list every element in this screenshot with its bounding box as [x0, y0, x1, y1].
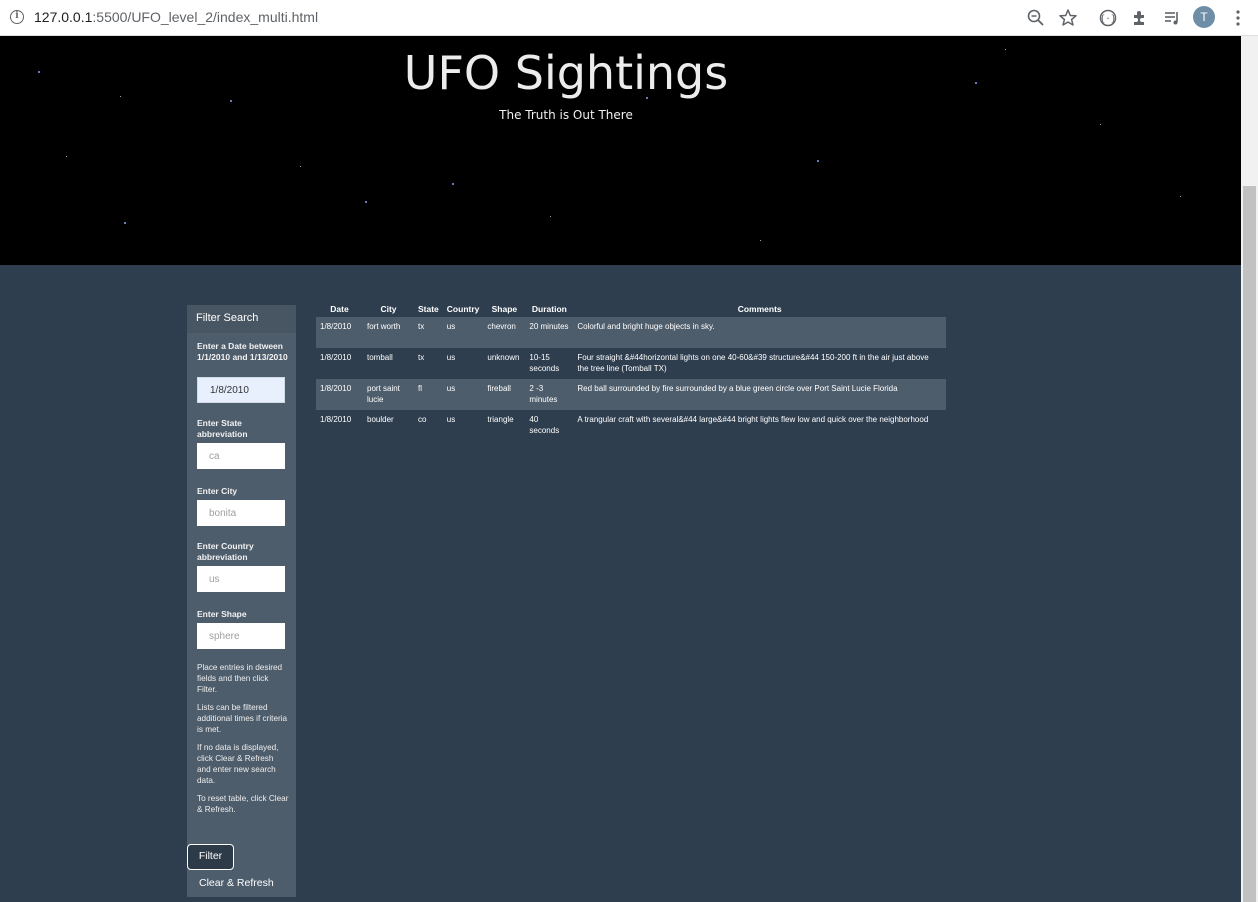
cell-comments: Four straight &#44horizontal lights on o…: [573, 348, 946, 379]
date-label: Enter a Date between 1/1/2010 and 1/13/2…: [197, 341, 288, 362]
column-header: City: [380, 303, 397, 314]
instruction-note: To reset table, click Clear & Refresh.: [197, 794, 289, 814]
table-row: 1/8/2010 port saint lucie fl us fireball…: [316, 379, 946, 410]
cell-state: co: [414, 410, 443, 441]
cell-country: us: [442, 379, 484, 410]
table-row: 1/8/2010 tomball tx us unknown 10-15 sec…: [316, 348, 946, 379]
cell-state: tx: [414, 348, 443, 379]
page-scrollbar-thumb[interactable]: [1243, 186, 1256, 902]
column-header: Date: [330, 303, 349, 314]
shape-input[interactable]: [197, 623, 285, 649]
column-header: Comments: [737, 303, 782, 314]
cell-shape: triangle: [483, 410, 526, 441]
table-header-row: Date City State Country Shape Duration C…: [316, 300, 946, 317]
cell-date: 1/8/2010: [316, 379, 363, 410]
star: [1180, 196, 1181, 197]
extensions-puzzle-icon[interactable]: [1130, 8, 1150, 28]
clear-refresh-button[interactable]: Clear & Refresh: [199, 877, 274, 889]
filter-panel: Filter Search Enter a Date between 1/1/2…: [187, 305, 296, 897]
page-title: UFO Sightings: [403, 46, 729, 100]
cell-comments: Red ball surrounded by fire surrounded b…: [573, 379, 946, 410]
zoom-icon[interactable]: [1026, 8, 1046, 28]
country-label: Enter Country abbreviation: [197, 541, 254, 562]
cell-country: us: [442, 410, 484, 441]
site-info-icon[interactable]: i: [10, 10, 24, 24]
filter-heading: Filter Search: [187, 305, 296, 333]
column-header: State: [418, 303, 439, 314]
cell-state: fl: [414, 379, 443, 410]
url-host: 127.0.0.1: [34, 9, 93, 25]
page-subtitle: The Truth is Out There: [499, 108, 633, 122]
column-header: Country: [446, 303, 480, 314]
cell-country: us: [442, 348, 484, 379]
instruction-note: If no data is displayed, click Clear & R…: [197, 743, 279, 785]
extension-brackets-icon[interactable]: {·}: [1098, 8, 1118, 28]
cell-shape: fireball: [483, 379, 526, 410]
cell-date: 1/8/2010: [316, 410, 363, 441]
browser-toolbar: i 127.0.0.1:5500/UFO_level_2/index_multi…: [0, 0, 1258, 36]
cell-duration: 10-15 seconds: [525, 348, 574, 379]
cell-city: fort worth: [363, 317, 414, 348]
cell-date: 1/8/2010: [316, 317, 363, 348]
table-row: 1/8/2010 fort worth tx us chevron 20 min…: [316, 317, 946, 348]
city-input[interactable]: [197, 500, 285, 526]
cell-state: tx: [414, 317, 443, 348]
star: [230, 100, 232, 102]
column-header: Duration: [531, 303, 567, 314]
hero-banner: UFO Sightings The Truth is Out There: [0, 36, 1241, 265]
star: [760, 240, 761, 241]
star: [300, 166, 301, 167]
address-bar[interactable]: 127.0.0.1:5500/UFO_level_2/index_multi.h…: [34, 9, 318, 25]
cell-shape: chevron: [483, 317, 526, 348]
more-menu-icon[interactable]: [1228, 8, 1248, 28]
cell-country: us: [442, 317, 484, 348]
url-path: :5500/UFO_level_2/index_multi.html: [92, 9, 319, 25]
bookmark-star-icon[interactable]: [1058, 8, 1078, 28]
cell-city: tomball: [363, 348, 414, 379]
state-label: Enter State abbreviation: [197, 418, 248, 439]
cell-city: port saint lucie: [363, 379, 414, 410]
cell-comments: Colorful and bright huge objects in sky.: [573, 317, 946, 348]
shape-label: Enter Shape: [197, 609, 247, 619]
star: [66, 156, 67, 157]
star: [1100, 124, 1101, 125]
city-label: Enter City: [197, 486, 238, 496]
star: [452, 183, 454, 185]
cell-date: 1/8/2010: [316, 348, 363, 379]
table-row: 1/8/2010 boulder co us triangle 40 secon…: [316, 410, 946, 441]
country-input[interactable]: [197, 566, 285, 592]
star: [817, 160, 819, 162]
star: [124, 222, 126, 224]
cell-duration: 2 -3 minutes: [525, 379, 574, 410]
instruction-note: Lists can be filtered additional times i…: [197, 703, 288, 734]
star: [550, 216, 551, 217]
state-input[interactable]: [197, 443, 285, 469]
svg-text:{·}: {·}: [1100, 15, 1116, 25]
reading-list-icon[interactable]: [1162, 8, 1182, 28]
profile-avatar[interactable]: T: [1193, 6, 1215, 28]
column-header: Shape: [491, 303, 518, 314]
star: [365, 201, 367, 203]
ufo-sightings-table: Date City State Country Shape Duration C…: [316, 300, 946, 441]
filter-button[interactable]: Filter: [187, 844, 234, 870]
cell-shape: unknown: [483, 348, 526, 379]
date-input[interactable]: [197, 377, 285, 403]
cell-city: boulder: [363, 410, 414, 441]
cell-duration: 40 seconds: [525, 410, 574, 441]
cell-duration: 20 minutes: [525, 317, 574, 348]
cell-comments: A trangular craft with several&#44 large…: [573, 410, 946, 441]
instruction-note: Place entries in desired fields and then…: [197, 663, 283, 694]
